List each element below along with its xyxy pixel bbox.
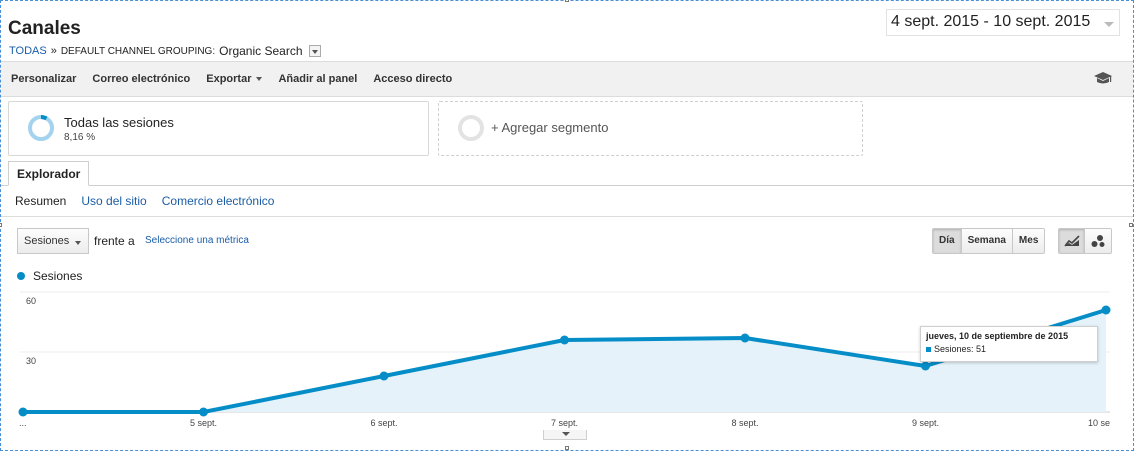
tooltip-value: Sesiones: 51 xyxy=(934,344,987,354)
y-tick-label: 30 xyxy=(26,356,36,366)
x-tick-label: 9 sept. xyxy=(912,418,939,428)
data-point xyxy=(921,361,930,371)
x-tick-label: 7 sept. xyxy=(551,418,578,428)
sessions-chart: 60 30... 5 sept. 6 sept. 7 sept. 8 sept. 9 sep… xyxy=(18,291,1111,428)
x-tick-label: ... xyxy=(19,418,27,428)
tooltip-row: Sesiones: 51 xyxy=(926,344,1092,354)
data-point xyxy=(199,407,208,417)
x-tick-label: 6 sept. xyxy=(370,418,397,428)
x-tick-label: 8 sept. xyxy=(731,418,758,428)
tooltip-swatch xyxy=(926,346,931,352)
data-point xyxy=(1101,305,1111,315)
x-tick-label: 5 sept. xyxy=(190,418,217,428)
chart-tooltip: jueves, 10 de septiembre de 2015 Sesione… xyxy=(920,326,1098,362)
x-tick-label: 10 se xyxy=(1088,418,1110,428)
y-tick-label: 60 xyxy=(26,296,36,306)
tooltip-title: jueves, 10 de septiembre de 2015 xyxy=(926,331,1069,341)
data-point xyxy=(560,335,569,345)
data-point xyxy=(379,371,389,381)
data-point xyxy=(740,333,750,343)
collapse-chart-button[interactable] xyxy=(543,430,587,440)
data-point xyxy=(18,407,28,417)
